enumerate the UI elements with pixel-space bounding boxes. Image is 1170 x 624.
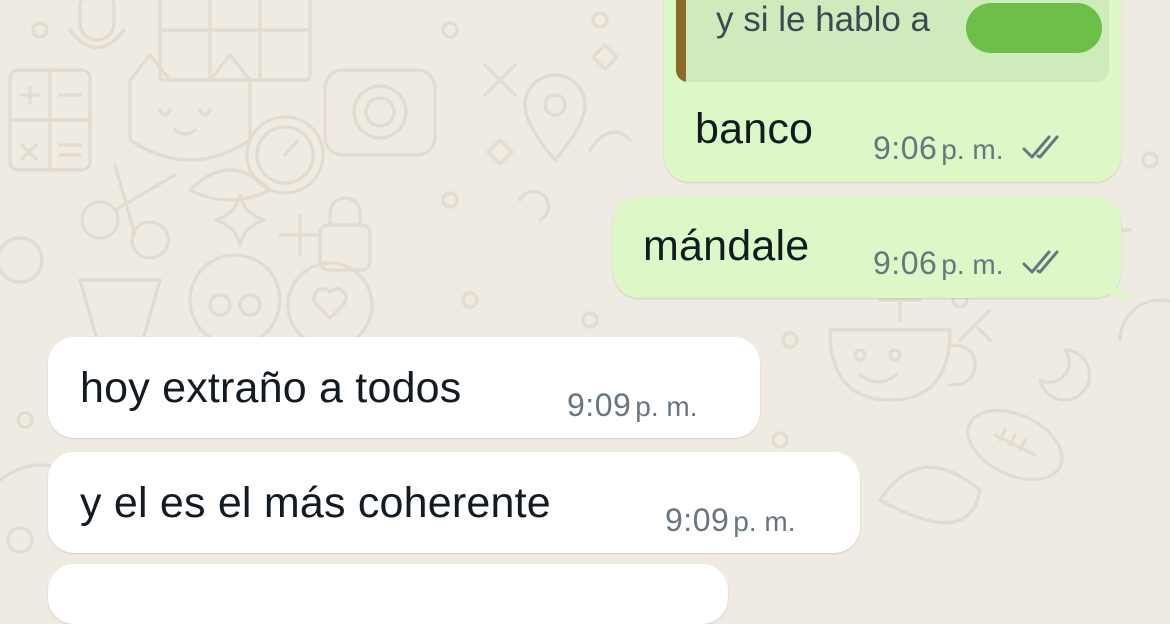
- message-ampm: p. m.: [635, 391, 698, 422]
- message-text: banco: [695, 105, 814, 153]
- message-time: 9:06: [873, 245, 938, 281]
- message-ampm: p. m.: [941, 249, 1004, 280]
- message-ampm: p. m.: [733, 506, 796, 537]
- message-bubble-incoming[interactable]: [48, 564, 728, 624]
- reply-accent-bar: [676, 0, 686, 82]
- message-ampm: p. m.: [941, 134, 1004, 165]
- bubble-tail: [1100, 268, 1138, 297]
- message-time: 9:06: [873, 130, 938, 166]
- message-time: 9:09: [665, 502, 730, 538]
- message-text: y el es el más coherente: [80, 479, 551, 527]
- message-text: mándale: [643, 222, 810, 270]
- double-check-icon: [1022, 135, 1059, 159]
- double-check-icon: [1022, 250, 1059, 274]
- redaction-mark: [966, 3, 1102, 53]
- message-meta: 9:06 p. m.: [873, 130, 1068, 167]
- message-meta: 9:09 p. m.: [567, 387, 698, 424]
- message-time: 9:09: [567, 387, 632, 423]
- message-text: hoy extraño a todos: [80, 364, 462, 412]
- message-meta: 9:09 p. m.: [665, 502, 796, 539]
- reply-quoted-text: y si le hablo a: [716, 0, 931, 39]
- message-meta: 9:06 p. m.: [873, 245, 1068, 282]
